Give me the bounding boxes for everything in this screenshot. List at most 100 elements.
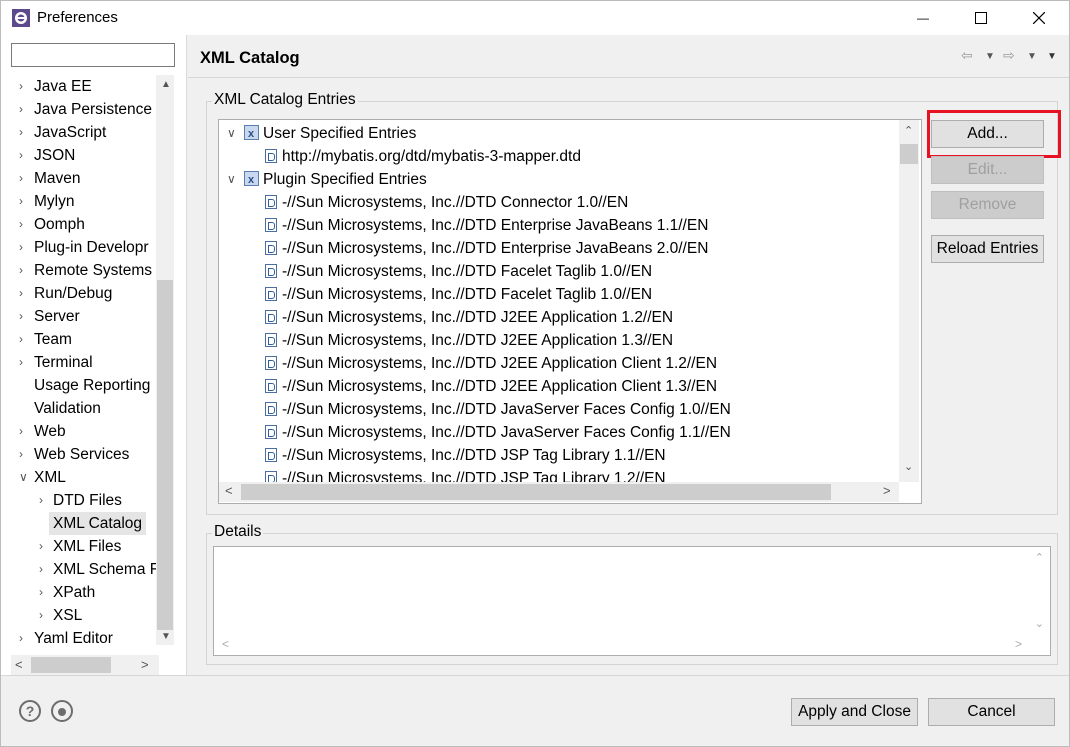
chevron-right-icon[interactable]: ›: [19, 282, 29, 300]
tree-item[interactable]: › JavaScript: [1, 121, 173, 144]
tree-horizontal-scrollbar[interactable]: < >: [11, 655, 159, 675]
tree-item[interactable]: › Mylyn: [1, 190, 173, 213]
chevron-right-icon[interactable]: ›: [39, 489, 49, 507]
tree-item[interactable]: › XML Files: [1, 535, 173, 558]
chevron-right-icon[interactable]: ›: [19, 167, 29, 185]
close-button[interactable]: [1010, 1, 1068, 35]
chevron-down-icon[interactable]: ∨: [227, 168, 236, 191]
minimize-button[interactable]: —: [894, 1, 952, 35]
help-icon[interactable]: ?: [19, 700, 41, 722]
scroll-right-icon[interactable]: >: [883, 483, 891, 498]
chevron-right-icon[interactable]: ›: [19, 420, 29, 438]
cancel-button[interactable]: Cancel: [928, 698, 1055, 726]
tree-item[interactable]: › Java Persistence: [1, 98, 173, 121]
catalog-entries-tree[interactable]: ∨ User Specified Entries http://mybatis.or…: [218, 119, 922, 504]
apply-and-close-button[interactable]: Apply and Close: [791, 698, 918, 726]
catalog-entry[interactable]: -//Sun Microsystems, Inc.//DTD Enterpris…: [219, 214, 899, 237]
tree-item[interactable]: › Web: [1, 420, 173, 443]
chevron-right-icon[interactable]: ›: [39, 604, 49, 622]
chevron-right-icon[interactable]: ›: [19, 213, 29, 231]
chevron-right-icon[interactable]: ›: [19, 121, 29, 139]
tree-item[interactable]: › Maven: [1, 167, 173, 190]
forward-arrow-icon[interactable]: ⇨: [1003, 47, 1015, 64]
catalog-entry[interactable]: -//Sun Microsystems, Inc.//DTD J2EE Appl…: [219, 352, 899, 375]
scroll-up-icon[interactable]: ⌃: [1035, 551, 1044, 564]
import-export-icon[interactable]: [51, 700, 73, 722]
tree-item[interactable]: › Remote Systems: [1, 259, 173, 282]
chevron-right-icon[interactable]: ›: [19, 236, 29, 254]
catalog-entry[interactable]: -//Sun Microsystems, Inc.//DTD JavaServe…: [219, 398, 899, 421]
catalog-entry[interactable]: -//Sun Microsystems, Inc.//DTD Enterpris…: [219, 237, 899, 260]
tree-item[interactable]: Validation: [1, 397, 173, 420]
tree-item[interactable]: › XSL: [1, 604, 173, 627]
maximize-button[interactable]: [952, 1, 1010, 35]
scroll-down-icon[interactable]: ⌄: [1035, 617, 1044, 630]
tree-item[interactable]: › JSON: [1, 144, 173, 167]
filter-input[interactable]: [11, 43, 175, 67]
chevron-right-icon[interactable]: ›: [19, 259, 29, 277]
tree-item[interactable]: › Plug-in Developr: [1, 236, 173, 259]
view-menu-icon[interactable]: ▼: [1047, 51, 1057, 62]
scroll-left-icon[interactable]: <: [222, 637, 229, 651]
catalog-entry[interactable]: http://mybatis.org/dtd/mybatis-3-mapper.…: [219, 145, 899, 168]
catalog-entry[interactable]: -//Sun Microsystems, Inc.//DTD Connector…: [219, 191, 899, 214]
chevron-right-icon[interactable]: ›: [19, 98, 29, 116]
chevron-right-icon[interactable]: ›: [19, 627, 29, 645]
forward-menu-icon[interactable]: ▼: [1027, 51, 1037, 62]
scroll-down-icon[interactable]: ▼: [161, 631, 171, 642]
scroll-left-icon[interactable]: <: [225, 483, 233, 498]
edit-button[interactable]: Edit...: [931, 156, 1044, 184]
chevron-right-icon[interactable]: ›: [19, 144, 29, 162]
entries-vertical-scrollbar[interactable]: ⌃ ⌄: [899, 120, 919, 482]
reload-entries-button[interactable]: Reload Entries: [931, 235, 1044, 263]
scroll-thumb[interactable]: [241, 484, 831, 500]
tree-item[interactable]: › Yaml Editor: [1, 627, 173, 645]
catalog-entry[interactable]: -//Sun Microsystems, Inc.//DTD J2EE Appl…: [219, 329, 899, 352]
remove-button[interactable]: Remove: [931, 191, 1044, 219]
tree-item[interactable]: › XPath: [1, 581, 173, 604]
tree-item[interactable]: › Server: [1, 305, 173, 328]
tree-item[interactable]: › XML Schema F: [1, 558, 173, 581]
chevron-right-icon[interactable]: ›: [19, 305, 29, 323]
scroll-thumb[interactable]: [31, 657, 111, 673]
scroll-up-icon[interactable]: ⌃: [904, 124, 913, 137]
tree-item[interactable]: Usage Reporting: [1, 374, 173, 397]
tree-item[interactable]: › Java EE: [1, 75, 173, 98]
entries-horizontal-scrollbar[interactable]: < >: [219, 482, 899, 502]
scroll-up-icon[interactable]: ▲: [161, 79, 171, 90]
scroll-right-icon[interactable]: >: [1015, 637, 1022, 651]
tree-item[interactable]: › Team: [1, 328, 173, 351]
chevron-right-icon[interactable]: ›: [19, 75, 29, 93]
chevron-right-icon[interactable]: ›: [19, 351, 29, 369]
chevron-right-icon[interactable]: ›: [39, 581, 49, 599]
catalog-category[interactable]: ∨ User Specified Entries: [219, 122, 899, 146]
catalog-entry[interactable]: -//Sun Microsystems, Inc.//DTD J2EE Appl…: [219, 306, 899, 329]
catalog-category[interactable]: ∨ Plugin Specified Entries: [219, 168, 899, 192]
catalog-entry[interactable]: -//Sun Microsystems, Inc.//DTD JSP Tag L…: [219, 444, 899, 467]
chevron-right-icon[interactable]: ›: [19, 443, 29, 461]
scroll-down-icon[interactable]: ⌄: [904, 460, 913, 473]
scroll-thumb[interactable]: [900, 144, 918, 164]
tree-item[interactable]: › DTD Files: [1, 489, 173, 512]
catalog-entry[interactable]: -//Sun Microsystems, Inc.//DTD Facelet T…: [219, 283, 899, 306]
catalog-entry[interactable]: -//Sun Microsystems, Inc.//DTD JavaServe…: [219, 421, 899, 444]
scroll-left-icon[interactable]: <: [15, 657, 23, 672]
chevron-right-icon[interactable]: ›: [19, 190, 29, 208]
catalog-entry[interactable]: -//Sun Microsystems, Inc.//DTD Facelet T…: [219, 260, 899, 283]
tree-item[interactable]: › Oomph: [1, 213, 173, 236]
scroll-thumb[interactable]: [157, 280, 173, 630]
tree-item[interactable]: ›XML Catalog: [1, 512, 173, 535]
chevron-down-icon[interactable]: ∨: [227, 122, 236, 145]
details-area[interactable]: ⌃ ⌄ < >: [213, 546, 1051, 656]
back-menu-icon[interactable]: ▼: [985, 51, 995, 62]
scroll-right-icon[interactable]: >: [141, 657, 149, 672]
tree-item[interactable]: › Web Services: [1, 443, 173, 466]
chevron-down-icon[interactable]: ∨: [19, 466, 29, 484]
back-arrow-icon[interactable]: ⇦: [961, 47, 973, 64]
tree-vertical-scrollbar[interactable]: ▲ ▼: [156, 75, 174, 645]
chevron-right-icon[interactable]: ›: [19, 328, 29, 346]
tree-item[interactable]: › Terminal: [1, 351, 173, 374]
tree-item[interactable]: › Run/Debug: [1, 282, 173, 305]
tree-item[interactable]: ∨ XML: [1, 466, 173, 489]
chevron-right-icon[interactable]: ›: [39, 535, 49, 553]
